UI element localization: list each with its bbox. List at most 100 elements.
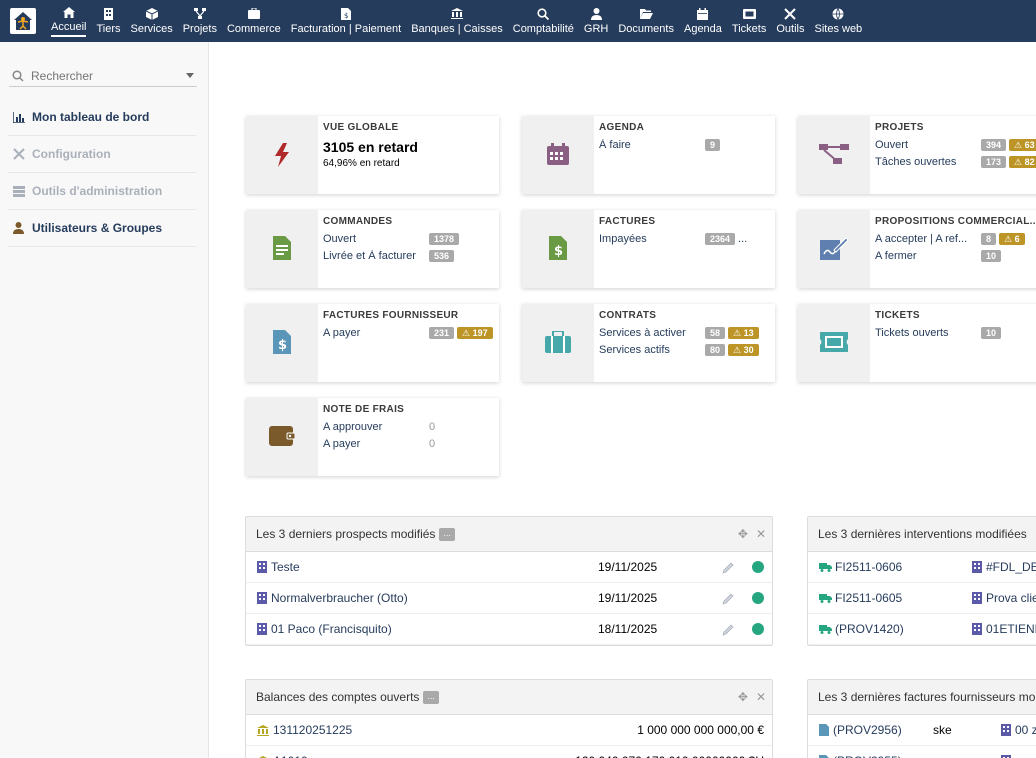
client-link[interactable]: 01ETIENN bbox=[986, 622, 1036, 636]
box-line-label[interactable]: A payer bbox=[323, 327, 429, 339]
box-line-label[interactable]: A payer bbox=[323, 438, 429, 450]
edit-pencil-icon[interactable] bbox=[722, 562, 734, 574]
box-line[interactable]: A accepter | A ref...86 bbox=[875, 230, 1036, 247]
table-row[interactable]: (PROV2956) ske 00 za bbox=[808, 715, 1036, 746]
table-row[interactable]: 01 Paco (Francisquito) 18/11/2025 bbox=[246, 614, 772, 645]
box-line-label[interactable]: A approuver bbox=[323, 421, 429, 433]
intervention-link[interactable]: FI2511-0606 bbox=[835, 560, 902, 574]
box-line-label[interactable]: Services à activer bbox=[599, 327, 705, 339]
prospect-link[interactable]: Teste bbox=[271, 560, 300, 574]
box-line-label[interactable]: Ouvert bbox=[875, 139, 981, 151]
table-row[interactable]: (PROV2955) bbox=[808, 746, 1036, 758]
box-line[interactable]: A fermer 10 bbox=[875, 247, 1036, 264]
menu-item-tickets[interactable]: Tickets bbox=[727, 0, 771, 42]
table-row[interactable]: Teste 19/11/2025 bbox=[246, 552, 772, 583]
count-badge[interactable]: 2364 bbox=[705, 232, 736, 245]
chevron-down-icon[interactable] bbox=[186, 73, 194, 78]
edit-pencil-icon[interactable] bbox=[722, 624, 734, 636]
sidebar-item-utilisateurs-groupes[interactable]: Utilisateurs & Groupes bbox=[8, 210, 196, 247]
menu-item-grh[interactable]: GRH bbox=[579, 0, 613, 42]
search-input[interactable] bbox=[31, 68, 181, 83]
menu-item-banques-caisses[interactable]: Banques | Caisses bbox=[406, 0, 508, 42]
warning-badge[interactable]: 13 bbox=[728, 326, 759, 339]
table-row[interactable]: FI2511-0606 #FDL_DE bbox=[808, 552, 1036, 583]
menu-item-commerce[interactable]: Commerce bbox=[222, 0, 286, 42]
move-icon[interactable]: ✥ bbox=[738, 690, 748, 704]
more-button[interactable]: ... bbox=[423, 690, 439, 704]
intervention-link[interactable]: (PROV1420) bbox=[835, 622, 904, 636]
close-icon[interactable]: ✕ bbox=[756, 527, 766, 541]
count-badge[interactable]: 10 bbox=[981, 249, 1002, 262]
box-line-label[interactable]: Livrée et À facturer bbox=[323, 250, 429, 262]
warning-badge[interactable]: 63 bbox=[1009, 138, 1036, 151]
count-badge[interactable]: 536 bbox=[429, 249, 455, 262]
menu-item-agenda[interactable]: Agenda bbox=[679, 0, 727, 42]
box-factures-fournisseur[interactable]: $ FACTURES FOURNISSEUR A payer231197 bbox=[246, 304, 499, 382]
box-propositions-commerciales[interactable]: PROPOSITIONS COMMERCIAL... A accepter | A… bbox=[798, 210, 1036, 288]
box-tickets[interactable]: TICKETS Tickets ouverts 10 bbox=[798, 304, 1036, 382]
box-line-label[interactable]: A fermer bbox=[875, 250, 981, 262]
box-commandes[interactable]: COMMANDES Ouvert 1378 Livrée et À facturer 5… bbox=[246, 210, 499, 288]
more-link[interactable]: ... bbox=[738, 233, 747, 245]
move-icon[interactable]: ✥ bbox=[738, 527, 748, 541]
more-button[interactable]: ... bbox=[439, 527, 455, 541]
sidebar-item-outils-d-administration[interactable]: Outils d'administration bbox=[8, 173, 196, 210]
account-link[interactable]: 131120251225 bbox=[273, 723, 352, 737]
box-vue-globale[interactable]: VUE GLOBALE 3105 en retard 64,96% en ret… bbox=[246, 116, 499, 194]
count-badge[interactable]: 1378 bbox=[429, 232, 460, 245]
menu-item-projets[interactable]: Projets bbox=[178, 0, 222, 42]
box-line-label[interactable]: Services actifs bbox=[599, 344, 705, 356]
edit-pencil-icon[interactable] bbox=[722, 593, 734, 605]
warning-badge[interactable]: 82 bbox=[1009, 155, 1036, 168]
count-badge[interactable]: 80 bbox=[705, 343, 726, 356]
other-link[interactable]: 00 za bbox=[1015, 723, 1036, 737]
table-row[interactable]: 131120251225 1 000 000 000 000,00 € bbox=[246, 715, 772, 746]
box-contrats[interactable]: CONTRATSServices à activer5813Services a… bbox=[522, 304, 775, 382]
warning-badge[interactable]: 30 bbox=[728, 343, 759, 356]
close-icon[interactable]: ✕ bbox=[756, 690, 766, 704]
sidebar-item-configuration[interactable]: Configuration bbox=[8, 136, 196, 173]
box-line[interactable]: Services à activer5813 bbox=[599, 324, 775, 341]
box-line[interactable]: A payer231197 bbox=[323, 324, 499, 341]
overdue-count[interactable]: 3105 en retard bbox=[323, 139, 499, 155]
count-badge[interactable]: 9 bbox=[705, 138, 721, 151]
box-line[interactable]: Impayées 2364... bbox=[599, 230, 775, 247]
dolibarr-logo[interactable] bbox=[0, 0, 46, 42]
count-badge[interactable]: 10 bbox=[981, 326, 1002, 339]
search-box[interactable] bbox=[9, 65, 197, 87]
menu-item-sites-web[interactable]: Sites web bbox=[809, 0, 867, 42]
prospect-link[interactable]: Normalverbraucher (Otto) bbox=[271, 591, 408, 605]
box-line-label[interactable]: Tickets ouverts bbox=[875, 327, 981, 339]
box-agenda[interactable]: AGENDA À faire 9 bbox=[522, 116, 775, 194]
intervention-link[interactable]: FI2511-0605 bbox=[835, 591, 902, 605]
box-line[interactable]: Ouvert 1378 bbox=[323, 230, 499, 247]
account-link[interactable]: A1010 bbox=[273, 754, 308, 758]
table-row[interactable]: Normalverbraucher (Otto) 19/11/2025 bbox=[246, 583, 772, 614]
menu-item-documents[interactable]: Documents bbox=[613, 0, 679, 42]
table-row[interactable]: FI2511-0605 Prova clie bbox=[808, 583, 1036, 614]
menu-item-comptabilit[interactable]: Comptabilité bbox=[508, 0, 579, 42]
box-line[interactable]: Tâches ouvertes17382 bbox=[875, 153, 1036, 170]
count-badge[interactable]: 173 bbox=[981, 155, 1007, 168]
invoice-link[interactable]: (PROV2955) bbox=[833, 754, 902, 758]
menu-item-facturation-paiement[interactable]: $ Facturation | Paiement bbox=[286, 0, 406, 42]
box-line[interactable]: Livrée et À facturer 536 bbox=[323, 247, 499, 264]
box-line[interactable]: A approuver 0 bbox=[323, 418, 499, 435]
box-factures[interactable]: $ FACTURES Impayées 2364... bbox=[522, 210, 775, 288]
menu-item-outils[interactable]: Outils bbox=[771, 0, 809, 42]
box-line-label[interactable]: A accepter | A ref... bbox=[875, 233, 981, 245]
box-line[interactable]: Ouvert39463 bbox=[875, 136, 1036, 153]
sidebar-item-mon-tableau-de-bord[interactable]: Mon tableau de bord bbox=[8, 99, 196, 136]
box-line[interactable]: A payer 0 bbox=[323, 435, 499, 452]
count-badge[interactable]: 58 bbox=[705, 326, 726, 339]
count-badge[interactable]: 231 bbox=[429, 326, 455, 339]
box-projets[interactable]: PROJETSOuvert39463Tâches ouvertes17382 bbox=[798, 116, 1036, 194]
menu-item-accueil[interactable]: Accueil bbox=[46, 0, 91, 42]
prospect-link[interactable]: 01 Paco (Francisquito) bbox=[271, 622, 392, 636]
count-badge[interactable]: 8 bbox=[981, 232, 997, 245]
box-line-label[interactable]: Impayées bbox=[599, 233, 705, 245]
menu-item-tiers[interactable]: Tiers bbox=[91, 0, 125, 42]
table-row[interactable]: (PROV1420) 01ETIENN bbox=[808, 614, 1036, 645]
count-badge[interactable]: 394 bbox=[981, 138, 1007, 151]
client-link[interactable]: Prova clie bbox=[986, 591, 1036, 605]
